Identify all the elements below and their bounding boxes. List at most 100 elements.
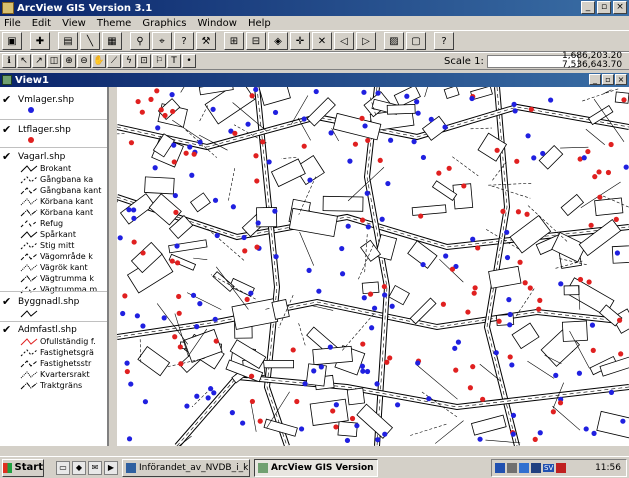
area-of-interest-icon[interactable]: ⊡ — [137, 54, 151, 68]
measure-icon[interactable]: ⟋ — [107, 54, 121, 68]
legend-item: Fastighetsstr — [20, 359, 91, 368]
view-window-controls: _ ▫ × — [589, 74, 627, 85]
select-feature-icon[interactable]: ◫ — [47, 54, 61, 68]
map-canvas[interactable] — [117, 87, 629, 446]
arcview-task-icon — [258, 462, 268, 473]
select-features-icon[interactable]: ▷ — [356, 32, 376, 50]
zoom-active-themes-icon[interactable]: ⊟ — [246, 32, 266, 50]
layer-checkbox[interactable]: ✔ — [2, 151, 12, 162]
menu-view[interactable]: View — [62, 18, 86, 29]
view-icon — [2, 75, 12, 85]
shield-icon[interactable] — [531, 463, 541, 473]
open-table-icon[interactable]: ▦ — [102, 32, 122, 50]
outlook-icon[interactable]: ✉ — [88, 460, 102, 475]
text-icon[interactable]: T — [167, 54, 181, 68]
menu-theme[interactable]: Theme — [97, 18, 132, 29]
legend-item: Körbana kant — [20, 208, 93, 217]
menu-window[interactable]: Window — [198, 18, 237, 29]
task-label: ArcView GIS Version 3.1 — [271, 462, 377, 473]
layout-icon[interactable]: ▢ — [406, 32, 426, 50]
language-indicator[interactable]: SV — [543, 464, 555, 472]
media-player-icon[interactable]: ▶ — [104, 460, 118, 475]
close-button[interactable]: × — [613, 1, 627, 14]
label-icon[interactable]: ⚐ — [152, 54, 166, 68]
zoom-selected-icon[interactable]: ◈ — [268, 32, 288, 50]
view-title: View1 — [15, 74, 49, 86]
line-symbol-icon — [20, 252, 38, 261]
pan-icon[interactable]: ✋ — [92, 54, 106, 68]
layer-name: Vagarl.shp — [18, 152, 66, 162]
restore-button[interactable]: ▫ — [597, 1, 611, 14]
save-project-icon[interactable]: ▣ — [2, 32, 22, 50]
locate-address-icon[interactable]: ⌖ — [152, 32, 172, 50]
legend-item — [20, 309, 40, 318]
line-symbol-icon — [20, 337, 38, 346]
network-icon[interactable] — [495, 463, 505, 473]
theme-properties-icon[interactable]: ▤ — [58, 32, 78, 50]
view-close-button[interactable]: × — [615, 74, 627, 85]
toc-scrollbar[interactable] — [108, 87, 117, 446]
draw-point-icon[interactable]: • — [182, 54, 196, 68]
query-builder-icon[interactable]: ? — [174, 32, 194, 50]
legend-label: Fastighetsgrä — [40, 348, 94, 357]
legend-item: Vägområde k — [20, 252, 93, 261]
vertex-edit-icon[interactable]: ↗ — [32, 54, 46, 68]
scale-box: Scale 1: — [444, 55, 579, 68]
legend-item: Ofullständig f. — [20, 337, 96, 346]
menu-edit[interactable]: Edit — [32, 18, 51, 29]
legend-label: Fastighetsstr — [40, 359, 92, 368]
taskbar-item-document[interactable]: Införandet_av_NVDB_i_k... — [122, 458, 250, 477]
taskbar-item-arcview[interactable]: ArcView GIS Version 3.1 — [254, 458, 378, 477]
legend-label: Refug — [40, 219, 64, 228]
zoom-previous-icon[interactable]: ◁ — [334, 32, 354, 50]
zoom-in-tool-icon[interactable]: ⊕ — [62, 54, 76, 68]
explorer-icon[interactable]: ◆ — [72, 460, 86, 475]
view-minimize-button[interactable]: _ — [589, 74, 601, 85]
identify-icon[interactable]: ℹ — [2, 54, 16, 68]
menu-graphics[interactable]: Graphics — [142, 18, 186, 29]
layer-checkbox[interactable]: ✔ — [2, 124, 12, 135]
legend-item: Körbana kant — [20, 197, 93, 206]
tray-app-icon[interactable] — [507, 463, 517, 473]
show-desktop-icon[interactable]: ▭ — [56, 460, 70, 475]
layer-checkbox[interactable]: ✔ — [2, 296, 12, 307]
line-symbol-icon — [20, 197, 38, 206]
find-icon[interactable]: ⚲ — [130, 32, 150, 50]
line-symbol-icon — [20, 175, 38, 184]
legend-item: Stig mitt — [20, 241, 74, 250]
menu-help[interactable]: Help — [248, 18, 271, 29]
point-symbol — [28, 107, 34, 113]
edit-legend-icon[interactable]: ╲ — [80, 32, 100, 50]
map-drawing — [117, 87, 629, 446]
windows-taskbar: Start ▭ ◆ ✉ ▶ Införandet_av_NVDB_i_k... … — [0, 456, 629, 478]
help-icon[interactable]: ? — [434, 32, 454, 50]
zoom-in-icon[interactable]: ✛ — [290, 32, 310, 50]
task-label: Införandet_av_NVDB_i_k... — [139, 462, 250, 473]
app-title-bar[interactable]: ArcView GIS Version 3.1 _ ▫ × — [0, 0, 629, 16]
clear-selection-icon[interactable]: ▨ — [384, 32, 404, 50]
legend-label: Vägtrumma k — [40, 274, 94, 283]
minimize-button[interactable]: _ — [581, 1, 595, 14]
legend-label: Gångbana kant — [40, 186, 102, 195]
pointer-icon[interactable]: ↖ — [17, 54, 31, 68]
legend-item: Refug — [20, 219, 63, 228]
legend-label: Vägtrumma m — [40, 285, 98, 294]
add-theme-icon[interactable]: ✚ — [30, 32, 50, 50]
menu-file[interactable]: File — [4, 18, 21, 29]
line-symbol-icon — [20, 186, 38, 195]
view-title-bar[interactable]: View1 _ ▫ × — [0, 73, 629, 87]
line-symbol-icon — [20, 241, 38, 250]
legend-label: Brokant — [40, 164, 72, 173]
zoom-out-icon[interactable]: ✕ — [312, 32, 332, 50]
zoom-out-tool-icon[interactable]: ⊖ — [77, 54, 91, 68]
antivirus-icon[interactable] — [556, 463, 567, 473]
zoom-full-extent-icon[interactable]: ⊞ — [224, 32, 244, 50]
view-restore-button[interactable]: ▫ — [602, 74, 614, 85]
layer-checkbox[interactable]: ✔ — [2, 324, 12, 335]
hammer-icon[interactable]: ⚒ — [196, 32, 216, 50]
volume-icon[interactable] — [519, 463, 529, 473]
layer-checkbox[interactable]: ✔ — [2, 94, 12, 105]
start-button[interactable]: Start — [2, 458, 44, 477]
line-symbol-icon — [20, 230, 38, 239]
hotlink-icon[interactable]: ϟ — [122, 54, 136, 68]
